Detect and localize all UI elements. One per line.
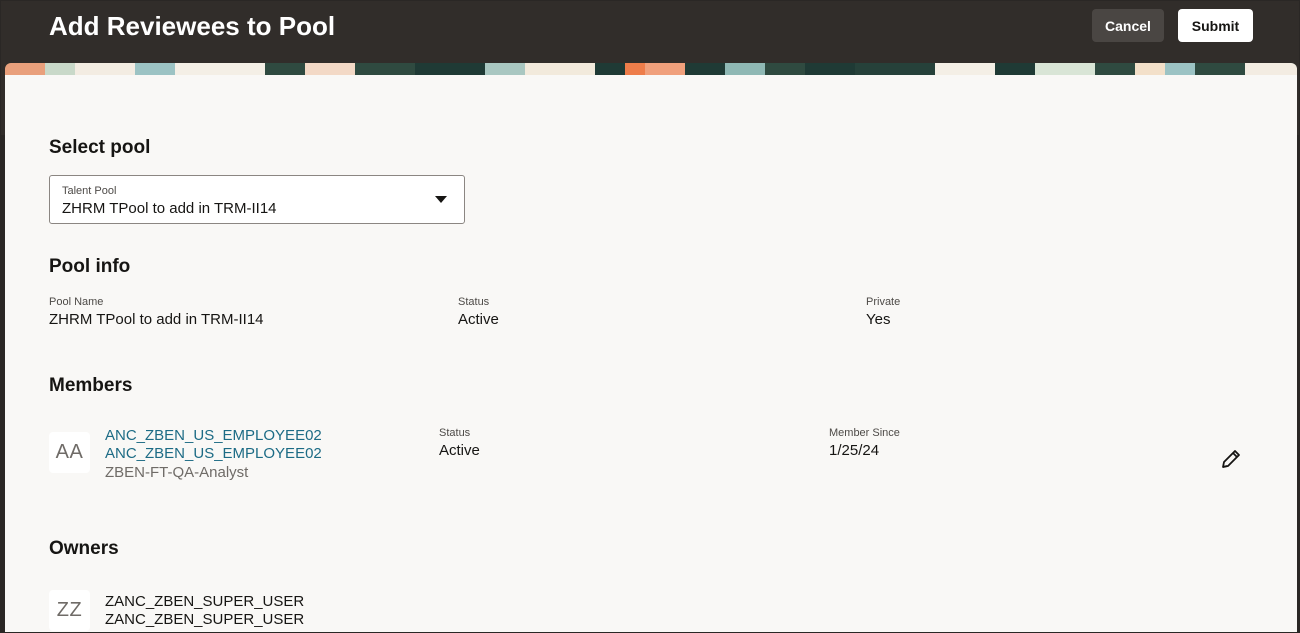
content-panel xyxy=(5,75,1297,632)
member-status-value: Active xyxy=(439,442,480,459)
submit-button[interactable]: Submit xyxy=(1178,9,1253,42)
member-since-label: Member Since xyxy=(829,427,900,439)
page-title: Add Reviewees to Pool xyxy=(49,11,336,41)
page-header: Add Reviewees to Pool Cancel Submit xyxy=(1,1,1299,65)
talent-pool-select[interactable]: Talent Pool ZHRM TPool to add in TRM-II1… xyxy=(49,175,465,224)
pencil-edit-icon[interactable] xyxy=(1219,447,1243,471)
member-job: ZBEN-FT-QA-Analyst xyxy=(105,464,249,481)
pool-status-label: Status xyxy=(458,296,490,308)
member-since-value: 1/25/24 xyxy=(829,442,880,459)
member-name-link[interactable]: ANC_ZBEN_US_EMPLOYEE02 xyxy=(105,427,322,444)
avatar: AA xyxy=(49,432,90,473)
pool-name-value: ZHRM TPool to add in TRM-II14 xyxy=(49,311,264,328)
member-status-label: Status xyxy=(439,427,471,439)
cancel-button[interactable]: Cancel xyxy=(1092,9,1164,42)
owners-heading: Owners xyxy=(49,538,119,559)
members-heading: Members xyxy=(49,375,133,396)
talent-pool-label: Talent Pool xyxy=(62,185,117,197)
pool-private-value: Yes xyxy=(866,311,891,328)
select-pool-heading: Select pool xyxy=(49,137,151,158)
caret-down-icon[interactable] xyxy=(435,196,447,203)
app-window: Add Reviewees to Pool Cancel Submit Sele… xyxy=(0,0,1300,633)
pool-private-label: Private xyxy=(866,296,901,308)
pool-name-label: Pool Name xyxy=(49,296,104,308)
talent-pool-value: ZHRM TPool to add in TRM-II14 xyxy=(62,200,277,217)
pool-info-heading: Pool info xyxy=(49,256,131,277)
avatar: ZZ xyxy=(49,590,90,631)
pool-status-value: Active xyxy=(458,311,499,328)
owner-username: ZANC_ZBEN_SUPER_USER xyxy=(105,611,305,628)
owner-name: ZANC_ZBEN_SUPER_USER xyxy=(105,593,305,610)
member-username-link[interactable]: ANC_ZBEN_US_EMPLOYEE02 xyxy=(105,445,322,462)
